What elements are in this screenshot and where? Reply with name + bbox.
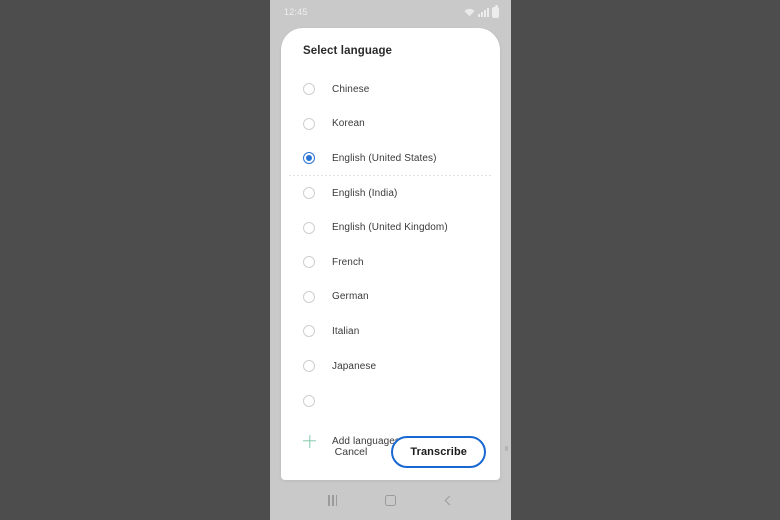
status-bar: 12:45 bbox=[270, 0, 511, 24]
language-label: Italian bbox=[332, 325, 360, 337]
radio-icon[interactable] bbox=[303, 117, 315, 130]
language-option-japanese[interactable]: Japanese bbox=[281, 349, 500, 384]
language-list[interactable]: Chinese Korean English (United States) E… bbox=[281, 72, 500, 422]
language-label: English (India) bbox=[332, 187, 398, 199]
wifi-icon bbox=[464, 8, 475, 16]
phone-screen: 12:45 Select language Chinese Korean Eng… bbox=[270, 0, 511, 520]
radio-icon[interactable] bbox=[303, 221, 315, 234]
language-label: Korean bbox=[332, 118, 365, 130]
back-button[interactable] bbox=[437, 489, 459, 511]
language-label: French bbox=[332, 256, 364, 268]
radio-icon[interactable] bbox=[303, 187, 315, 200]
select-language-dialog: Select language Chinese Korean English (… bbox=[281, 28, 500, 480]
language-label: Japanese bbox=[332, 360, 377, 372]
radio-icon[interactable] bbox=[303, 256, 315, 269]
transcribe-button[interactable]: Transcribe bbox=[391, 436, 486, 468]
language-option-partial[interactable] bbox=[281, 383, 500, 418]
language-option-german[interactable]: German bbox=[281, 280, 500, 315]
language-option-korean[interactable]: Korean bbox=[281, 107, 500, 142]
language-label: German bbox=[332, 291, 369, 303]
dialog-title: Select language bbox=[303, 45, 393, 57]
radio-icon[interactable] bbox=[303, 325, 315, 338]
battery-icon bbox=[492, 5, 499, 18]
radio-icon[interactable] bbox=[303, 290, 315, 303]
recents-icon bbox=[328, 494, 338, 506]
language-option-french[interactable]: French bbox=[281, 245, 500, 280]
language-option-english-united-states[interactable]: English (United States) bbox=[281, 141, 500, 176]
language-label: English (United Kingdom) bbox=[332, 222, 448, 234]
recents-button[interactable] bbox=[322, 489, 344, 511]
language-option-english-india[interactable]: English (India) bbox=[281, 176, 500, 211]
cancel-button[interactable]: Cancel bbox=[321, 438, 382, 466]
status-bar-icons bbox=[464, 5, 499, 18]
radio-icon[interactable] bbox=[303, 360, 315, 373]
scrollbar[interactable] bbox=[505, 446, 508, 451]
signal-icon bbox=[478, 7, 489, 17]
dialog-actions: Cancel Transcribe bbox=[281, 424, 500, 480]
language-label: English (United States) bbox=[332, 152, 437, 164]
phone-frame: 12:45 Select language Chinese Korean Eng… bbox=[270, 0, 511, 520]
language-option-english-united-kingdom[interactable]: English (United Kingdom) bbox=[281, 210, 500, 245]
language-label: Chinese bbox=[332, 83, 370, 95]
home-button[interactable] bbox=[379, 489, 401, 511]
language-option-chinese[interactable]: Chinese bbox=[281, 72, 500, 107]
radio-icon[interactable] bbox=[303, 394, 315, 407]
language-option-italian[interactable]: Italian bbox=[281, 314, 500, 349]
home-icon bbox=[384, 494, 396, 506]
status-bar-time: 12:45 bbox=[284, 7, 308, 17]
radio-icon[interactable] bbox=[303, 83, 315, 96]
radio-selected-icon[interactable] bbox=[303, 152, 315, 165]
android-nav-bar bbox=[270, 480, 511, 520]
back-icon bbox=[444, 495, 455, 505]
